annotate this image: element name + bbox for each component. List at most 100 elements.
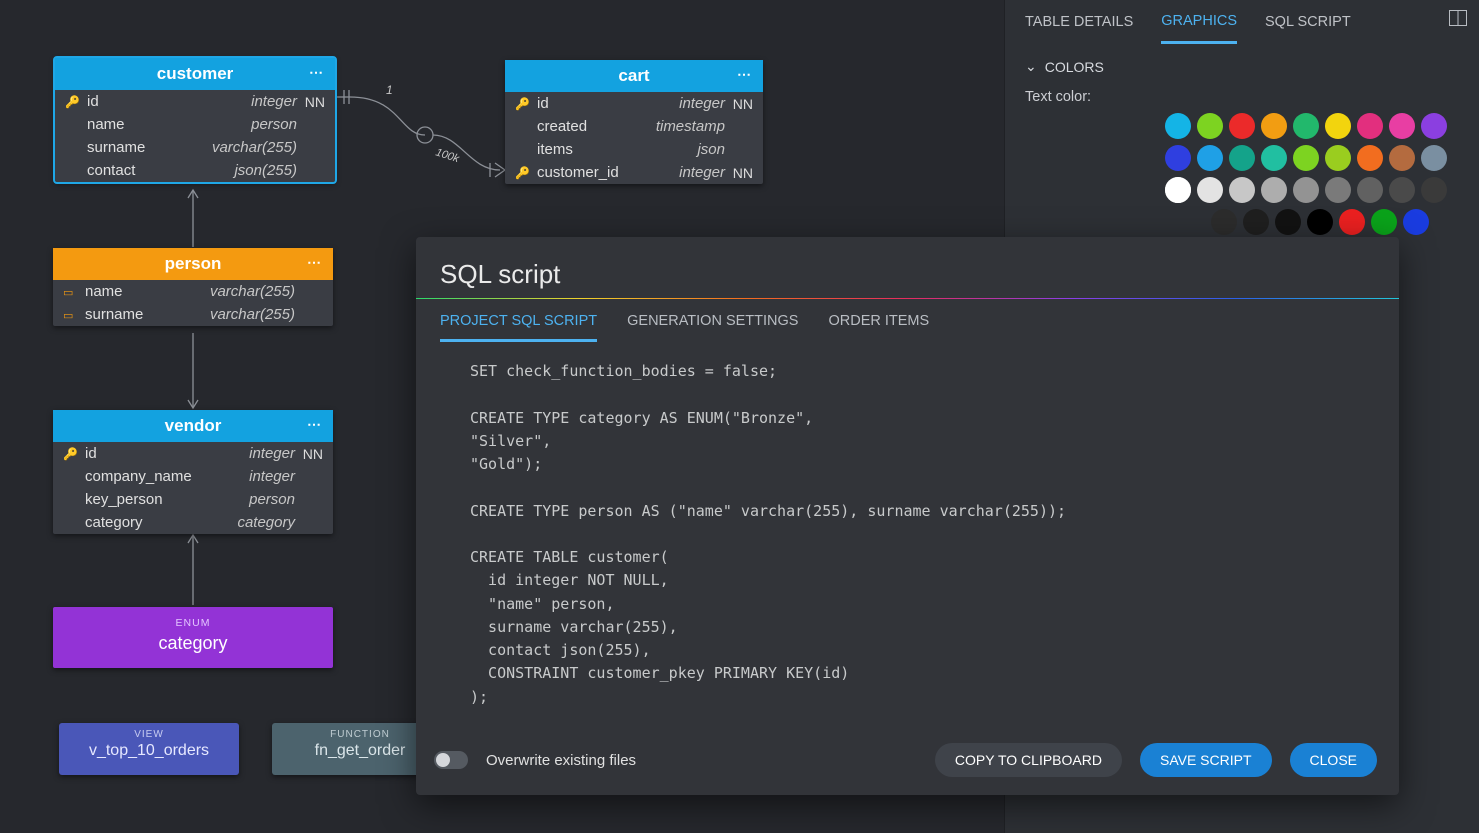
- color-swatch[interactable]: [1339, 209, 1365, 235]
- column-row[interactable]: 🔑idintegerNN: [53, 442, 333, 465]
- modal-tab-generation-settings[interactable]: GENERATION SETTINGS: [627, 313, 798, 342]
- save-script-button[interactable]: SAVE SCRIPT: [1140, 743, 1272, 777]
- overwrite-toggle[interactable]: [434, 751, 468, 769]
- color-swatch[interactable]: [1293, 113, 1319, 139]
- modal-tab-project-sql[interactable]: PROJECT SQL SCRIPT: [440, 313, 597, 342]
- column-name: id: [537, 95, 671, 112]
- color-swatch[interactable]: [1307, 209, 1333, 235]
- column-type: person: [251, 116, 297, 133]
- column-row[interactable]: 🔑customer_idintegerNN: [505, 161, 763, 184]
- color-swatches: [1165, 113, 1475, 235]
- color-swatch[interactable]: [1389, 145, 1415, 171]
- color-swatch[interactable]: [1165, 177, 1191, 203]
- color-swatch[interactable]: [1421, 113, 1447, 139]
- text-color-label: Text color:: [1025, 89, 1459, 105]
- color-swatch[interactable]: [1357, 177, 1383, 203]
- relation-right-label: 100k: [434, 146, 461, 165]
- color-swatch[interactable]: [1197, 113, 1223, 139]
- entity-cart-header[interactable]: cart ⋯: [505, 60, 763, 92]
- color-swatch[interactable]: [1211, 209, 1237, 235]
- tab-graphics[interactable]: GRAPHICS: [1161, 1, 1237, 44]
- color-swatch[interactable]: [1389, 177, 1415, 203]
- column-row[interactable]: nameperson: [55, 113, 335, 136]
- color-swatch[interactable]: [1325, 113, 1351, 139]
- column-row[interactable]: ▭namevarchar(255): [53, 280, 333, 303]
- color-swatch[interactable]: [1421, 177, 1447, 203]
- column-type: category: [237, 514, 295, 531]
- column-icon: ▭: [63, 285, 85, 299]
- column-type: varchar(255): [212, 139, 297, 156]
- color-swatch[interactable]: [1243, 209, 1269, 235]
- column-type: json(255): [234, 162, 297, 179]
- panel-layout-icon[interactable]: [1449, 10, 1467, 30]
- entity-view[interactable]: VIEW v_top_10_orders: [59, 723, 239, 775]
- color-swatch[interactable]: [1371, 209, 1397, 235]
- modal-tab-order-items[interactable]: ORDER ITEMS: [828, 313, 929, 342]
- color-swatch[interactable]: [1229, 113, 1255, 139]
- modal-footer: Overwrite existing files COPY TO CLIPBOA…: [416, 729, 1399, 795]
- column-row[interactable]: key_personperson: [53, 488, 333, 511]
- entity-person-header[interactable]: person ⋯: [53, 248, 333, 280]
- entity-cart[interactable]: cart ⋯ 🔑id integer NN createdtimestampitems…: [505, 60, 763, 184]
- column-row[interactable]: itemsjson: [505, 138, 763, 161]
- color-swatch[interactable]: [1261, 145, 1287, 171]
- entity-customer-header[interactable]: customer ⋯: [55, 58, 335, 90]
- column-row[interactable]: company_nameinteger: [53, 465, 333, 488]
- column-row[interactable]: createdtimestamp: [505, 115, 763, 138]
- color-swatch[interactable]: [1421, 145, 1447, 171]
- entity-menu-icon[interactable]: ⋯: [307, 416, 323, 433]
- color-swatch[interactable]: [1261, 177, 1287, 203]
- column-type: person: [249, 491, 295, 508]
- color-swatch[interactable]: [1293, 177, 1319, 203]
- entity-category-enum[interactable]: ENUM category: [53, 607, 333, 668]
- entity-vendor-title: vendor: [165, 416, 222, 436]
- entity-vendor[interactable]: vendor ⋯ 🔑idintegerNNcompany_nameinteger…: [53, 410, 333, 534]
- entity-person[interactable]: person ⋯ ▭namevarchar(255)▭surnamevarcha…: [53, 248, 333, 326]
- tab-sql-script[interactable]: SQL SCRIPT: [1265, 2, 1351, 42]
- color-swatch[interactable]: [1165, 145, 1191, 171]
- column-type: varchar(255): [210, 283, 295, 300]
- column-type: varchar(255): [210, 306, 295, 323]
- close-button[interactable]: CLOSE: [1290, 743, 1377, 777]
- color-swatch[interactable]: [1403, 209, 1429, 235]
- copy-to-clipboard-button[interactable]: COPY TO CLIPBOARD: [935, 743, 1122, 777]
- column-row[interactable]: surname varchar(255): [55, 136, 335, 159]
- column-notnull: NN: [725, 165, 753, 181]
- color-swatch[interactable]: [1357, 113, 1383, 139]
- sql-code-scroll[interactable]: SET check_function_bodies = false; CREAT…: [440, 348, 1391, 729]
- entity-menu-icon[interactable]: ⋯: [737, 66, 753, 83]
- entity-vendor-header[interactable]: vendor ⋯: [53, 410, 333, 442]
- color-swatch[interactable]: [1229, 145, 1255, 171]
- column-type: integer: [251, 93, 297, 110]
- overwrite-label: Overwrite existing files: [486, 752, 636, 769]
- color-swatch[interactable]: [1197, 145, 1223, 171]
- color-swatch[interactable]: [1261, 113, 1287, 139]
- colors-section-header[interactable]: ⌄ COLORS: [1025, 58, 1459, 75]
- color-swatch[interactable]: [1197, 177, 1223, 203]
- tab-table-details[interactable]: TABLE DETAILS: [1025, 2, 1133, 42]
- entity-customer[interactable]: customer ⋯ 🔑idintegerNNnamepersonsurname…: [55, 58, 335, 182]
- color-swatch[interactable]: [1165, 113, 1191, 139]
- entity-menu-icon[interactable]: ⋯: [307, 254, 323, 271]
- color-swatch[interactable]: [1357, 145, 1383, 171]
- column-name: surname: [87, 139, 204, 156]
- color-swatch[interactable]: [1293, 145, 1319, 171]
- column-name: contact: [87, 162, 226, 179]
- color-swatch[interactable]: [1275, 209, 1301, 235]
- column-type: integer: [679, 95, 725, 112]
- column-row[interactable]: 🔑idintegerNN: [55, 90, 335, 113]
- column-icon: 🔑: [515, 97, 537, 111]
- column-row[interactable]: ▭surnamevarchar(255): [53, 303, 333, 326]
- entity-cart-title: cart: [618, 66, 649, 86]
- column-type: json: [697, 141, 725, 158]
- sql-code: SET check_function_bodies = false; CREAT…: [470, 360, 1373, 729]
- color-swatch[interactable]: [1325, 177, 1351, 203]
- entity-menu-icon[interactable]: ⋯: [309, 64, 325, 81]
- column-type: timestamp: [656, 118, 725, 135]
- column-row[interactable]: 🔑idintegerNN: [505, 92, 763, 115]
- column-row[interactable]: contact json(255): [55, 159, 335, 182]
- color-swatch[interactable]: [1325, 145, 1351, 171]
- color-swatch[interactable]: [1389, 113, 1415, 139]
- color-swatch[interactable]: [1229, 177, 1255, 203]
- column-row[interactable]: categorycategory: [53, 511, 333, 534]
